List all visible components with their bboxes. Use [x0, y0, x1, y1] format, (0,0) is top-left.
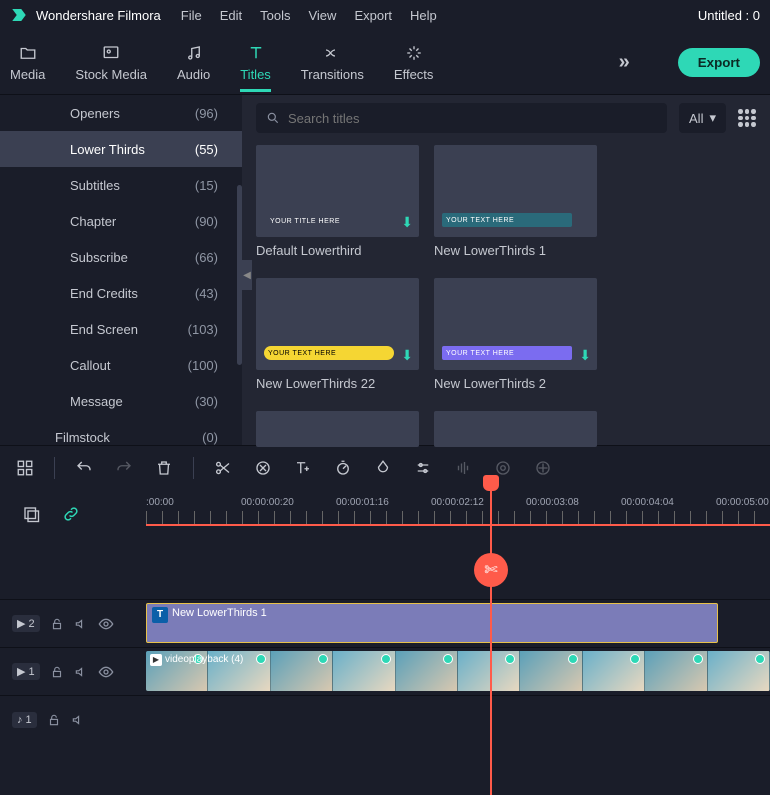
- tab-stock-media[interactable]: Stock Media: [75, 43, 147, 82]
- track-a1-label[interactable]: ♪1: [12, 712, 37, 728]
- cat-lower-thirds[interactable]: Lower Thirds(55): [0, 131, 242, 167]
- tab-titles[interactable]: Titles: [240, 43, 271, 82]
- cat-callout[interactable]: Callout(100): [0, 347, 242, 383]
- image-icon: [101, 43, 121, 63]
- time-ruler[interactable]: :00:0000:00:00:2000:00:01:1600:00:02:120…: [146, 489, 770, 539]
- playhead-split-icon[interactable]: ✄: [474, 553, 508, 587]
- mute-icon[interactable]: [74, 665, 88, 679]
- track-a1: ♪1: [0, 695, 770, 743]
- thumb-default-lowerthird[interactable]: YOUR TITLE HERE⬇ Default Lowerthird: [256, 145, 419, 258]
- lock-icon[interactable]: [50, 665, 64, 679]
- title-badge-icon: T: [152, 607, 168, 623]
- speed-icon[interactable]: [332, 457, 354, 479]
- folder-icon: [18, 43, 38, 63]
- cat-end-credits[interactable]: End Credits(43): [0, 275, 242, 311]
- track-v1-label[interactable]: ▶1: [12, 663, 40, 680]
- track-v1: ▶1 ▶videoplayback (4): [0, 647, 770, 695]
- music-icon: [184, 43, 204, 63]
- menu-edit[interactable]: Edit: [220, 8, 242, 23]
- transitions-icon: [322, 43, 342, 63]
- thumb-lowerthirds-22[interactable]: YOUR TEXT HERE⬇ New LowerThirds 22: [256, 278, 419, 391]
- redo-icon: [113, 457, 135, 479]
- text-add-icon[interactable]: [292, 457, 314, 479]
- cat-subtitles[interactable]: Subtitles(15): [0, 167, 242, 203]
- filter-dropdown[interactable]: All ▾: [679, 103, 726, 133]
- mute-icon[interactable]: [71, 713, 85, 727]
- panel-tabs: Media Stock Media Audio Titles Transitio…: [0, 30, 770, 95]
- eye-icon[interactable]: [98, 616, 114, 632]
- search-icon: [266, 111, 280, 125]
- playhead-handle-icon[interactable]: [483, 475, 499, 491]
- tab-transitions[interactable]: Transitions: [301, 43, 364, 82]
- settings-icon[interactable]: [14, 457, 36, 479]
- thumb-lowerthirds-2[interactable]: YOUR TEXT HERE⬇ New LowerThirds 2: [434, 278, 597, 391]
- media-browser: Openers(96) Lower Thirds(55) Subtitles(1…: [0, 95, 770, 445]
- cat-message[interactable]: Message(30): [0, 383, 242, 419]
- playhead[interactable]: ✄: [490, 475, 492, 795]
- delete-icon[interactable]: [153, 457, 175, 479]
- cat-end-screen[interactable]: End Screen(103): [0, 311, 242, 347]
- lock-icon[interactable]: [50, 617, 64, 631]
- link-icon[interactable]: [62, 505, 80, 523]
- menubar: File Edit Tools View Export Help: [181, 8, 437, 23]
- motion-icon: [532, 457, 554, 479]
- split-icon[interactable]: [212, 457, 234, 479]
- sparkle-icon: [404, 43, 424, 63]
- menu-help[interactable]: Help: [410, 8, 437, 23]
- add-track-icon[interactable]: [22, 505, 40, 523]
- category-sidebar: Openers(96) Lower Thirds(55) Subtitles(1…: [0, 95, 242, 445]
- cat-filmstock[interactable]: Filmstock(0): [0, 419, 242, 445]
- app-name: Wondershare Filmora: [36, 8, 161, 23]
- tag-icon[interactable]: [252, 457, 274, 479]
- menu-view[interactable]: View: [308, 8, 336, 23]
- app-logo-icon: [10, 6, 28, 24]
- color-icon[interactable]: [372, 457, 394, 479]
- menu-file[interactable]: File: [181, 8, 202, 23]
- menu-export[interactable]: Export: [354, 8, 392, 23]
- thumb-lowerthirds-1[interactable]: YOUR TEXT HERE New LowerThirds 1: [434, 145, 597, 258]
- track-v2-label[interactable]: ▶2: [12, 615, 40, 632]
- tab-audio[interactable]: Audio: [177, 43, 210, 82]
- adjust-icon[interactable]: [412, 457, 434, 479]
- download-icon[interactable]: ⬇: [401, 214, 413, 231]
- play-icon: ▶: [150, 654, 162, 666]
- cat-chapter[interactable]: Chapter(90): [0, 203, 242, 239]
- search-box[interactable]: [256, 103, 667, 133]
- download-icon[interactable]: ⬇: [401, 347, 413, 364]
- clip-video[interactable]: ▶videoplayback (4): [146, 651, 770, 691]
- undo-icon[interactable]: [73, 457, 95, 479]
- project-name: Untitled : 0: [698, 8, 760, 23]
- eye-icon[interactable]: [98, 664, 114, 680]
- lock-icon[interactable]: [47, 713, 61, 727]
- chevron-down-icon: ▾: [709, 110, 716, 126]
- text-icon: [246, 43, 266, 63]
- timeline-toolbar: [0, 445, 770, 489]
- tab-media[interactable]: Media: [10, 43, 45, 82]
- sidebar-collapse-handle[interactable]: ◀: [242, 260, 252, 290]
- track-v2: ▶2 T New LowerThirds 1: [0, 599, 770, 647]
- search-input[interactable]: [288, 111, 657, 126]
- titlebar: Wondershare Filmora File Edit Tools View…: [0, 0, 770, 30]
- menu-tools[interactable]: Tools: [260, 8, 290, 23]
- clip-title-lowerthirds[interactable]: T New LowerThirds 1: [146, 603, 718, 643]
- export-button[interactable]: Export: [678, 48, 760, 77]
- mute-icon[interactable]: [74, 617, 88, 631]
- cat-subscribe[interactable]: Subscribe(66): [0, 239, 242, 275]
- thumb-partial-2[interactable]: [434, 411, 597, 447]
- thumbnail-panel: All ▾ YOUR TITLE HERE⬇ Default Lowerthir…: [242, 95, 770, 445]
- audio-icon: [452, 457, 474, 479]
- tab-effects[interactable]: Effects: [394, 43, 434, 82]
- thumb-partial-1[interactable]: [256, 411, 419, 447]
- timeline: :00:0000:00:00:2000:00:01:1600:00:02:120…: [0, 489, 770, 775]
- tabs-overflow-icon[interactable]: »: [619, 51, 628, 74]
- cat-openers[interactable]: Openers(96): [0, 95, 242, 131]
- grid-view-icon[interactable]: [738, 109, 756, 127]
- download-icon[interactable]: ⬇: [579, 347, 591, 364]
